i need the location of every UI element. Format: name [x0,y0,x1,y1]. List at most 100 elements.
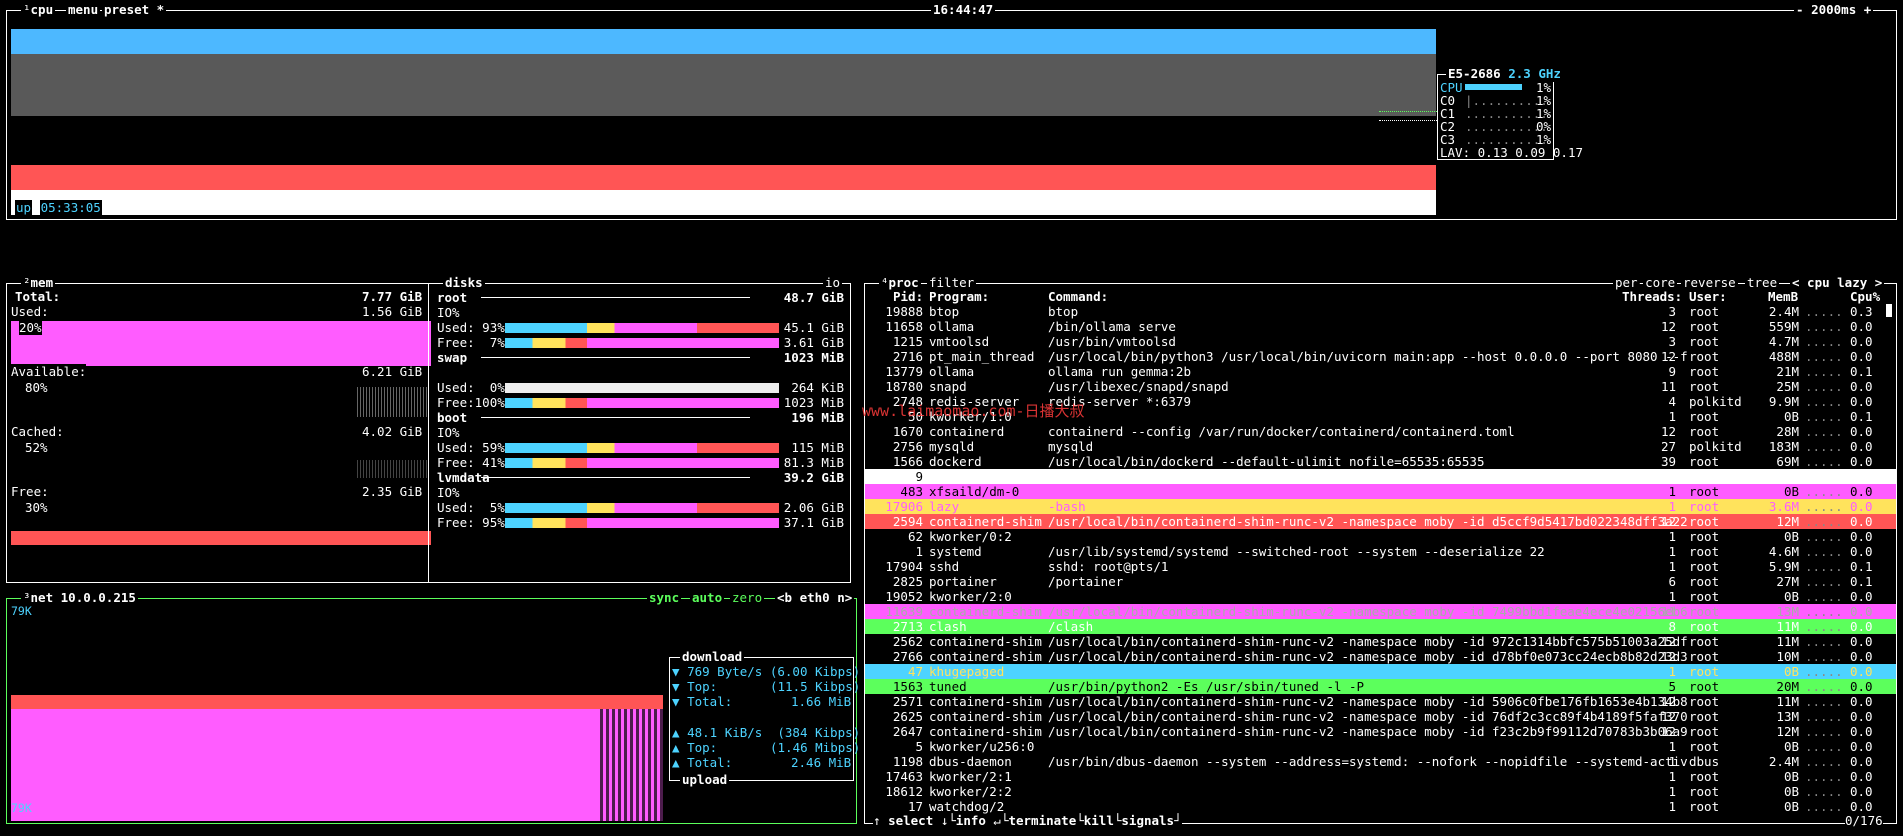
process-row[interactable]: 17 watchdog/2 1 root 0B..... 0.0 [865,799,1896,814]
process-threads: 12 [1660,514,1676,529]
cpu-header[interactable]: Cpu% [1850,289,1880,304]
process-threads: 1 [1668,544,1676,559]
process-program: kworker/0:2 [929,529,1012,544]
threads-header[interactable]: Threads: [1622,289,1682,304]
mem-used-pct: 20% [19,320,42,335]
process-row[interactable]: 11658 ollama/bin/ollama serve 12 root 559M..… [865,319,1896,334]
disk-name[interactable]: root [437,290,467,305]
proc-box-title[interactable]: proc [889,275,919,290]
command-header[interactable]: Command: [1048,289,1108,304]
process-user: root [1689,694,1720,709]
disks-box-title[interactable]: disks [443,275,485,291]
process-row[interactable]: 1670 containerd containerd --config /var/r… [865,424,1896,439]
disk-free-row: Free: 95% [437,515,505,530]
net-auto-toggle[interactable]: auto [690,590,725,606]
process-threads: 5 [1668,679,1676,694]
process-row[interactable]: 18612 kworker/2:2 1 root 0B..... 0.0 [865,784,1896,799]
process-threads: 9 [1668,364,1676,379]
process-command: /usr/bin/vmtoolsd [1048,334,1176,349]
disks-io-toggle[interactable]: io [823,275,843,291]
process-row[interactable]: 17904 sshd sshd: root@pts/1 1 root 5.9M..... 0… [865,559,1896,574]
kill-action[interactable]: kill [1084,813,1114,828]
process-row[interactable]: 19052 kworker/2:0 1 root 0B..... 0.0 [865,589,1896,604]
disk-free-row: Free: 41% [437,455,505,470]
process-cpu-graph: ..... [1805,739,1843,754]
disk-name[interactable]: boot [437,410,467,425]
signals-action[interactable]: signals [1121,813,1174,828]
process-row[interactable]: 9 [865,469,1896,484]
process-mem: 9.9M [1768,394,1799,409]
process-row[interactable]: 1566 dockerd/usr/local/bin/dockerd --defa… [865,454,1896,469]
disk-free-value: 37.1 GiB [783,515,844,530]
net-sync-toggle[interactable]: sync [647,590,682,606]
process-row[interactable]: 47 khugepaged 1 root 0B..... 0.0 [865,664,1896,679]
interval-decrease-button[interactable]: - [1796,2,1804,17]
process-row[interactable]: 5 kworker/u256:0 1 root 0B..... 0.0 [865,739,1896,754]
process-row[interactable]: 1563 tuned/usr/bin/python2 -Es /usr/sbin/… [865,679,1896,694]
preset-button[interactable]: preset * [102,2,167,18]
process-row[interactable]: 19888 btop btop 3 root 2.4M..... 0.3 [865,304,1896,319]
process-row[interactable]: 2647 containerd-shim/usr/local/bin/contai… [865,724,1896,739]
program-header[interactable]: Program: [929,289,989,304]
process-mem: 11M [1776,619,1799,634]
process-command: ollama run gemma:2b [1048,364,1191,379]
mem-available-value: 6.21 GiB [362,364,423,379]
download-top-label: Top: [687,679,718,694]
net-zero-toggle[interactable]: zero [730,590,765,606]
process-user: root [1689,784,1720,799]
net-download-graph [11,709,663,821]
terminate-action[interactable]: terminate [1008,813,1076,828]
info-action[interactable]: info [956,813,986,828]
mem-header[interactable]: MemB [1768,289,1798,304]
process-cpu: 0.0 [1850,709,1873,724]
interval-increase-button[interactable]: + [1864,2,1872,17]
process-row[interactable]: 2756 mysqld mysqld 27 polkitd 183M..... 0.0 [865,439,1896,454]
process-row[interactable]: 17906 lazy -bash 1 root 3.6M..... 0.0 [865,499,1896,514]
select-action[interactable]: select [888,813,933,828]
process-pid: 19052 [885,589,923,604]
process-row[interactable]: 2571 containerd-shim/usr/local/bin/contai… [865,694,1896,709]
process-mem: 5.9M [1768,559,1799,574]
disk-free-label: Free: [437,395,475,410]
process-command: /portainer [1048,574,1124,589]
process-pid: 17 [907,799,923,814]
net-interface-select[interactable]: <b eth0 n> [775,590,855,606]
process-row[interactable]: 2562 containerd-shim/usr/local/bin/contai… [865,634,1896,649]
process-row[interactable]: 2825 portainer/portainer 6 root 27M..... 0.1 [865,574,1896,589]
net-box-title[interactable]: net [31,590,54,605]
process-pid: 2647 [892,724,923,739]
process-row[interactable]: 2625 containerd-shim/usr/local/bin/contai… [865,709,1896,724]
process-row[interactable]: 18780 snapd/usr/libexec/snapd/snapd 11 root… [865,379,1896,394]
process-row[interactable]: 483 xfsaild/dm-0 1 root 0B..... 0.0 [865,484,1896,499]
download-title: download [680,649,745,665]
process-command: /usr/local/bin/containerd-shim-runc-v2 -… [1048,694,1688,709]
upload-total-value: 2.46 MiB [791,755,852,770]
process-row[interactable]: 1198 dbus-daemon/usr/bin/dbus-daemon --sy… [865,754,1896,769]
disk-free-label: Free: [437,515,475,530]
interval-control[interactable]: - 2000ms + [1794,2,1874,18]
process-threads: 12 [1660,349,1676,364]
process-row[interactable]: 2766 containerd-shim/usr/local/bin/contai… [865,649,1896,664]
mem-box-title[interactable]: mem [31,275,54,290]
proc-scrollbar[interactable] [1886,304,1892,317]
user-header[interactable]: User: [1689,289,1727,304]
process-row[interactable]: 2713 clash/clash 8 root 11M..... 0.0 [865,619,1896,634]
pid-header[interactable]: Pid: [893,289,923,304]
cpu-box-title[interactable]: cpu [31,2,54,17]
process-row[interactable]: 2716 pt_main_thread/usr/local/bin/python3… [865,349,1896,364]
process-row[interactable]: 62 kworker/0:2 1 root 0B..... 0.0 [865,529,1896,544]
net-ip: 10.0.0.215 [60,590,136,605]
process-row[interactable]: 1215 vmtoolsd/usr/bin/vmtoolsd 3 root 4.7M..… [865,334,1896,349]
process-row[interactable]: 17463 kworker/2:1 1 root 0B..... 0.0 [865,769,1896,784]
process-program: lazy [929,499,960,514]
process-threads: 1 [1668,529,1676,544]
process-cpu: 0.0 [1850,589,1873,604]
cpu-freq: 2.3 GHz [1508,66,1561,81]
process-row[interactable]: 13779 ollama ollama run gemma:2b 9 root 21M..… [865,364,1896,379]
menu-button[interactable]: menu [66,2,101,18]
process-mem: 10M [1776,649,1799,664]
process-row[interactable]: 1 systemd/usr/lib/systemd/systemd --switc… [865,544,1896,559]
disk-name[interactable]: swap [437,350,467,365]
process-row[interactable]: 11639 containerd-shim/usr/local/bin/conta… [865,604,1896,619]
process-row[interactable]: 2594 containerd-shim/usr/local/bin/contai… [865,514,1896,529]
